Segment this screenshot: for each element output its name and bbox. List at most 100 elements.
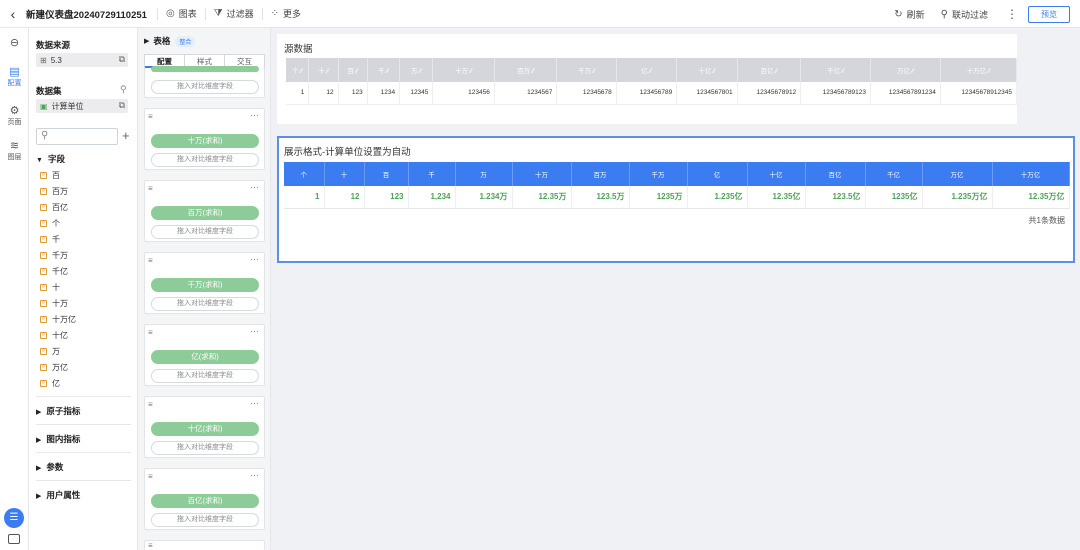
add-field-icon[interactable]: +	[122, 128, 130, 143]
column-header[interactable]: 百亿	[805, 162, 866, 186]
compare-dimension-dropzone[interactable]: 拖入对比维度字段	[151, 369, 259, 383]
section-chart-metrics[interactable]: ▶ 图内指标	[36, 433, 80, 445]
column-header[interactable]: 十亿	[747, 162, 806, 186]
column-header[interactable]: 万亿	[922, 162, 993, 186]
compare-dimension-dropzone[interactable]: 拖入对比维度字段	[151, 513, 259, 527]
section-atomic-metrics[interactable]: ▶ 原子指标	[36, 405, 80, 417]
chart-button[interactable]: ◎ 图表	[156, 7, 205, 20]
column-header[interactable]: 十万亿 ⁄⁄	[940, 58, 1018, 82]
field-item[interactable]: # 亿	[40, 378, 60, 389]
column-header[interactable]: 万 ⁄⁄	[399, 58, 434, 82]
drag-handle-icon[interactable]: ≡	[148, 400, 153, 409]
section-parameters[interactable]: ▶ 参数	[36, 461, 63, 473]
field-item[interactable]: # 百亿	[40, 202, 68, 213]
column-header[interactable]: 十亿 ⁄⁄	[676, 58, 738, 82]
column-header[interactable]: 十万 ⁄⁄	[432, 58, 495, 82]
measure-card: ≡	[144, 540, 265, 550]
field-item[interactable]: # 千亿	[40, 266, 68, 277]
drag-handle-icon[interactable]: ≡	[148, 541, 153, 550]
column-header[interactable]: 千万	[629, 162, 688, 186]
more-icon[interactable]: ···	[250, 398, 259, 408]
measure-pill[interactable]: 千万(求和)	[151, 278, 259, 292]
back-arrow-icon[interactable]: ‹	[0, 6, 26, 22]
more-icon[interactable]: ···	[250, 110, 259, 120]
column-header[interactable]: 个 ⁄⁄	[286, 58, 310, 82]
compare-dimension-dropzone[interactable]: 拖入对比维度字段	[151, 297, 259, 311]
column-header[interactable]: 万	[455, 162, 513, 186]
field-item[interactable]: # 千	[40, 234, 60, 245]
source-data-widget[interactable]: 源数据 个 ⁄⁄ 十 ⁄⁄ 百 ⁄⁄ 千 ⁄⁄ 万 ⁄⁄ 十万 ⁄⁄ 百万 ⁄⁄…	[277, 34, 1018, 124]
measure-pill[interactable]	[151, 66, 259, 72]
kebab-menu-icon[interactable]: ⋮	[996, 7, 1028, 21]
more-icon[interactable]: ···	[250, 254, 259, 264]
more-button[interactable]: ⁘ 更多	[261, 7, 309, 20]
caret-right-icon: ▶	[144, 38, 150, 45]
field-item[interactable]: # 千万	[40, 250, 68, 261]
more-icon[interactable]: ···	[250, 326, 259, 336]
field-item[interactable]: # 万	[40, 346, 60, 357]
column-header[interactable]: 百 ⁄⁄	[338, 58, 368, 82]
switch-icon[interactable]: ⧉	[119, 54, 125, 65]
drag-handle-icon[interactable]: ≡	[148, 184, 153, 193]
field-item[interactable]: # 百	[40, 170, 60, 181]
column-header[interactable]: 十万	[512, 162, 572, 186]
measure-pill[interactable]: 百万(求和)	[151, 206, 259, 220]
column-header[interactable]: 百	[364, 162, 409, 186]
source-selector[interactable]: ⊞ 5.3 ⧉	[36, 53, 128, 67]
section-user-attributes[interactable]: ▶ 用户属性	[36, 489, 80, 501]
panel-toggle-icon[interactable]	[8, 534, 20, 544]
compare-dimension-dropzone[interactable]: 拖入对比维度字段	[151, 441, 259, 455]
refresh-button[interactable]: ↻ 刷新	[886, 8, 932, 20]
compare-dimension-dropzone[interactable]: 拖入对比维度字段	[151, 80, 259, 94]
column-header[interactable]: 万亿 ⁄⁄	[870, 58, 941, 82]
measure-pill[interactable]: 十万(求和)	[151, 134, 259, 148]
field-item[interactable]: # 十万亿	[40, 314, 76, 325]
drag-handle-icon[interactable]: ≡	[148, 328, 153, 337]
column-header[interactable]: 个	[284, 162, 325, 186]
rail-item-layer[interactable]: ≋ 图层	[0, 140, 29, 162]
column-header[interactable]: 千万 ⁄⁄	[556, 58, 617, 82]
column-header[interactable]: 百亿 ⁄⁄	[737, 58, 802, 82]
column-header[interactable]: 百万	[571, 162, 630, 186]
field-item[interactable]: # 百万	[40, 186, 68, 197]
field-item[interactable]: # 万亿	[40, 362, 68, 373]
column-header[interactable]: 千 ⁄⁄	[367, 58, 401, 82]
compare-dimension-dropzone[interactable]: 拖入对比维度字段	[151, 225, 259, 239]
field-item[interactable]: # 十亿	[40, 330, 68, 341]
config-heading[interactable]: ▶ 表格 整合	[144, 35, 196, 47]
collapse-icon[interactable]: ⊖	[0, 37, 29, 49]
measure-pill[interactable]: 百亿(求和)	[151, 494, 259, 508]
column-header[interactable]: 十 ⁄⁄	[308, 58, 339, 82]
column-header[interactable]: 百万 ⁄⁄	[494, 58, 558, 82]
measure-pill[interactable]: 亿(求和)	[151, 350, 259, 364]
more-icon[interactable]: ···	[250, 182, 259, 192]
measure-pill[interactable]: 十亿(求和)	[151, 422, 259, 436]
drag-handle-icon[interactable]: ≡	[148, 472, 153, 481]
display-format-widget[interactable]: 展示格式-计算单位设置为自动 个 十 百 千 万 十万 百万 千万 亿 十亿 百…	[277, 136, 1075, 263]
field-search-input[interactable]: ⚲	[36, 128, 118, 145]
column-header[interactable]: 十万亿	[992, 162, 1070, 186]
compare-dimension-dropzone[interactable]: 拖入对比维度字段	[151, 153, 259, 167]
column-header[interactable]: 千亿 ⁄⁄	[800, 58, 872, 82]
column-header[interactable]: 亿 ⁄⁄	[616, 58, 678, 82]
fields-heading[interactable]: ▼ 字段	[36, 153, 65, 165]
field-item[interactable]: # 个	[40, 218, 60, 229]
column-header[interactable]: 千亿	[865, 162, 923, 186]
filter-button[interactable]: ⧩ 过滤器	[204, 7, 262, 20]
column-header[interactable]: 十	[324, 162, 365, 186]
preview-button[interactable]: 预览	[1028, 5, 1070, 23]
rail-item-page[interactable]: ⚙ 页面	[0, 105, 29, 127]
search-icon[interactable]: ⚲	[120, 84, 127, 95]
link-filter-button[interactable]: ⚲ 联动过滤	[933, 8, 996, 20]
field-item[interactable]: # 十	[40, 282, 60, 293]
field-item[interactable]: # 十万	[40, 298, 68, 309]
drag-handle-icon[interactable]: ≡	[148, 112, 153, 121]
rail-item-config[interactable]: ▤ 配置	[0, 66, 29, 88]
more-icon[interactable]: ···	[250, 470, 259, 480]
switch-icon[interactable]: ⧉	[119, 100, 125, 111]
drag-handle-icon[interactable]: ≡	[148, 256, 153, 265]
assistant-icon[interactable]: ☰	[4, 508, 24, 528]
column-header[interactable]: 亿	[687, 162, 748, 186]
dataset-selector[interactable]: ▣ 计算单位 ⧉	[36, 99, 128, 113]
column-header[interactable]: 千	[408, 162, 456, 186]
